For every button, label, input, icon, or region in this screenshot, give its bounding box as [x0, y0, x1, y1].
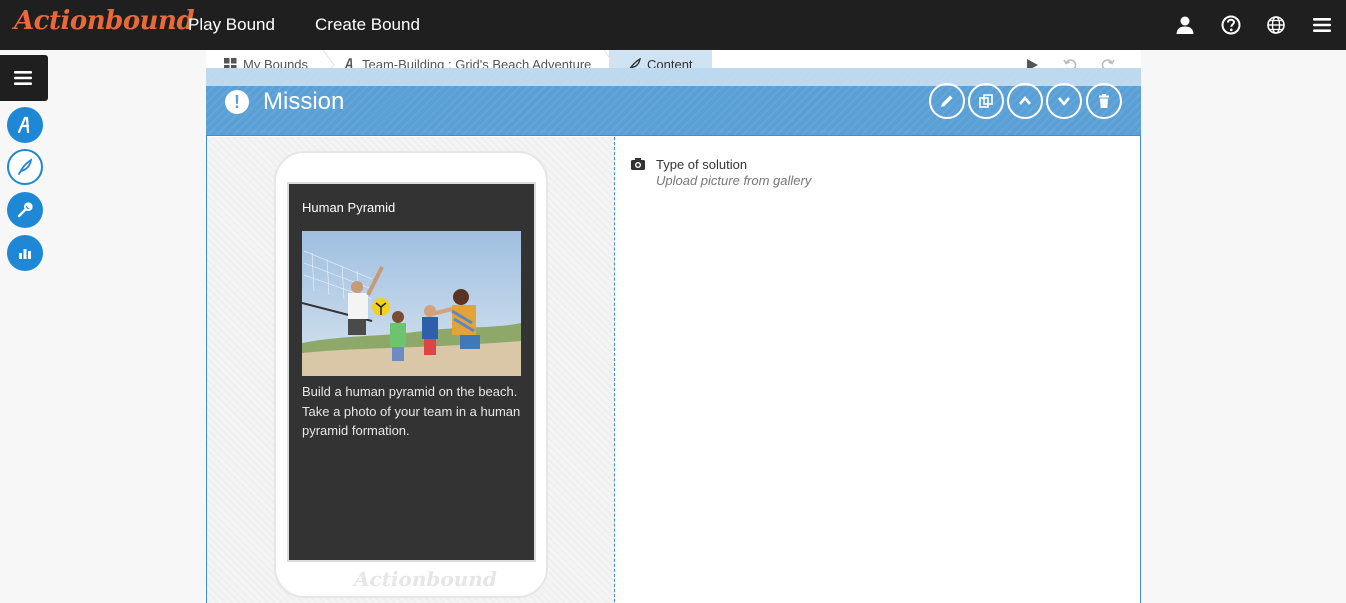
- duplicate-button[interactable]: [968, 83, 1004, 119]
- menu-icon: [14, 71, 32, 85]
- nav-play-bound[interactable]: Play Bound: [188, 15, 275, 35]
- solution-type-label: Type of solution: [656, 157, 748, 172]
- help-icon[interactable]: [1220, 14, 1242, 36]
- sidebar-stats-button[interactable]: [7, 235, 43, 271]
- camera-icon: [631, 158, 645, 170]
- globe-icon[interactable]: [1265, 14, 1287, 36]
- user-icon[interactable]: [1174, 14, 1196, 36]
- exclamation-icon: !: [225, 90, 249, 114]
- mission-photo: [302, 231, 521, 376]
- sidebar-settings-button[interactable]: [7, 192, 43, 228]
- stats-icon: [19, 249, 31, 259]
- sidebar-bound-button[interactable]: [7, 107, 43, 143]
- feather-icon: [18, 158, 33, 175]
- move-down-button[interactable]: [1046, 83, 1082, 119]
- wrench-icon: [17, 202, 33, 218]
- menu-icon[interactable]: [1311, 14, 1333, 36]
- move-up-icon: [1019, 95, 1031, 105]
- move-down-icon: [1058, 97, 1070, 107]
- solution-type-value: Upload picture from gallery: [656, 173, 812, 188]
- actionbound-logo[interactable]: Actionbound: [14, 6, 195, 36]
- sidebar-menu-button[interactable]: [0, 55, 48, 101]
- nav-create-bound[interactable]: Create Bound: [315, 15, 420, 35]
- edit-icon: [941, 95, 953, 107]
- preview-description: Build a human pyramid on the beach. Take…: [302, 384, 521, 438]
- bound-icon: [17, 116, 30, 134]
- preview-title: Human Pyramid: [302, 200, 396, 215]
- delete-icon: [1099, 94, 1109, 108]
- mission-title: Mission: [263, 88, 345, 115]
- mission-header: ! Mission: [206, 68, 1141, 136]
- move-up-button[interactable]: [1007, 83, 1043, 119]
- breadcrumb-overlay-strip: [206, 68, 1141, 86]
- edit-button[interactable]: [929, 83, 965, 119]
- sidebar-content-button[interactable]: [7, 149, 43, 185]
- top-navbar: Actionbound Play Bound Create Bound: [0, 0, 1346, 50]
- delete-button[interactable]: [1086, 83, 1122, 119]
- duplicate-icon: [979, 94, 993, 108]
- phone-brand-logo: Actionbound: [354, 567, 497, 591]
